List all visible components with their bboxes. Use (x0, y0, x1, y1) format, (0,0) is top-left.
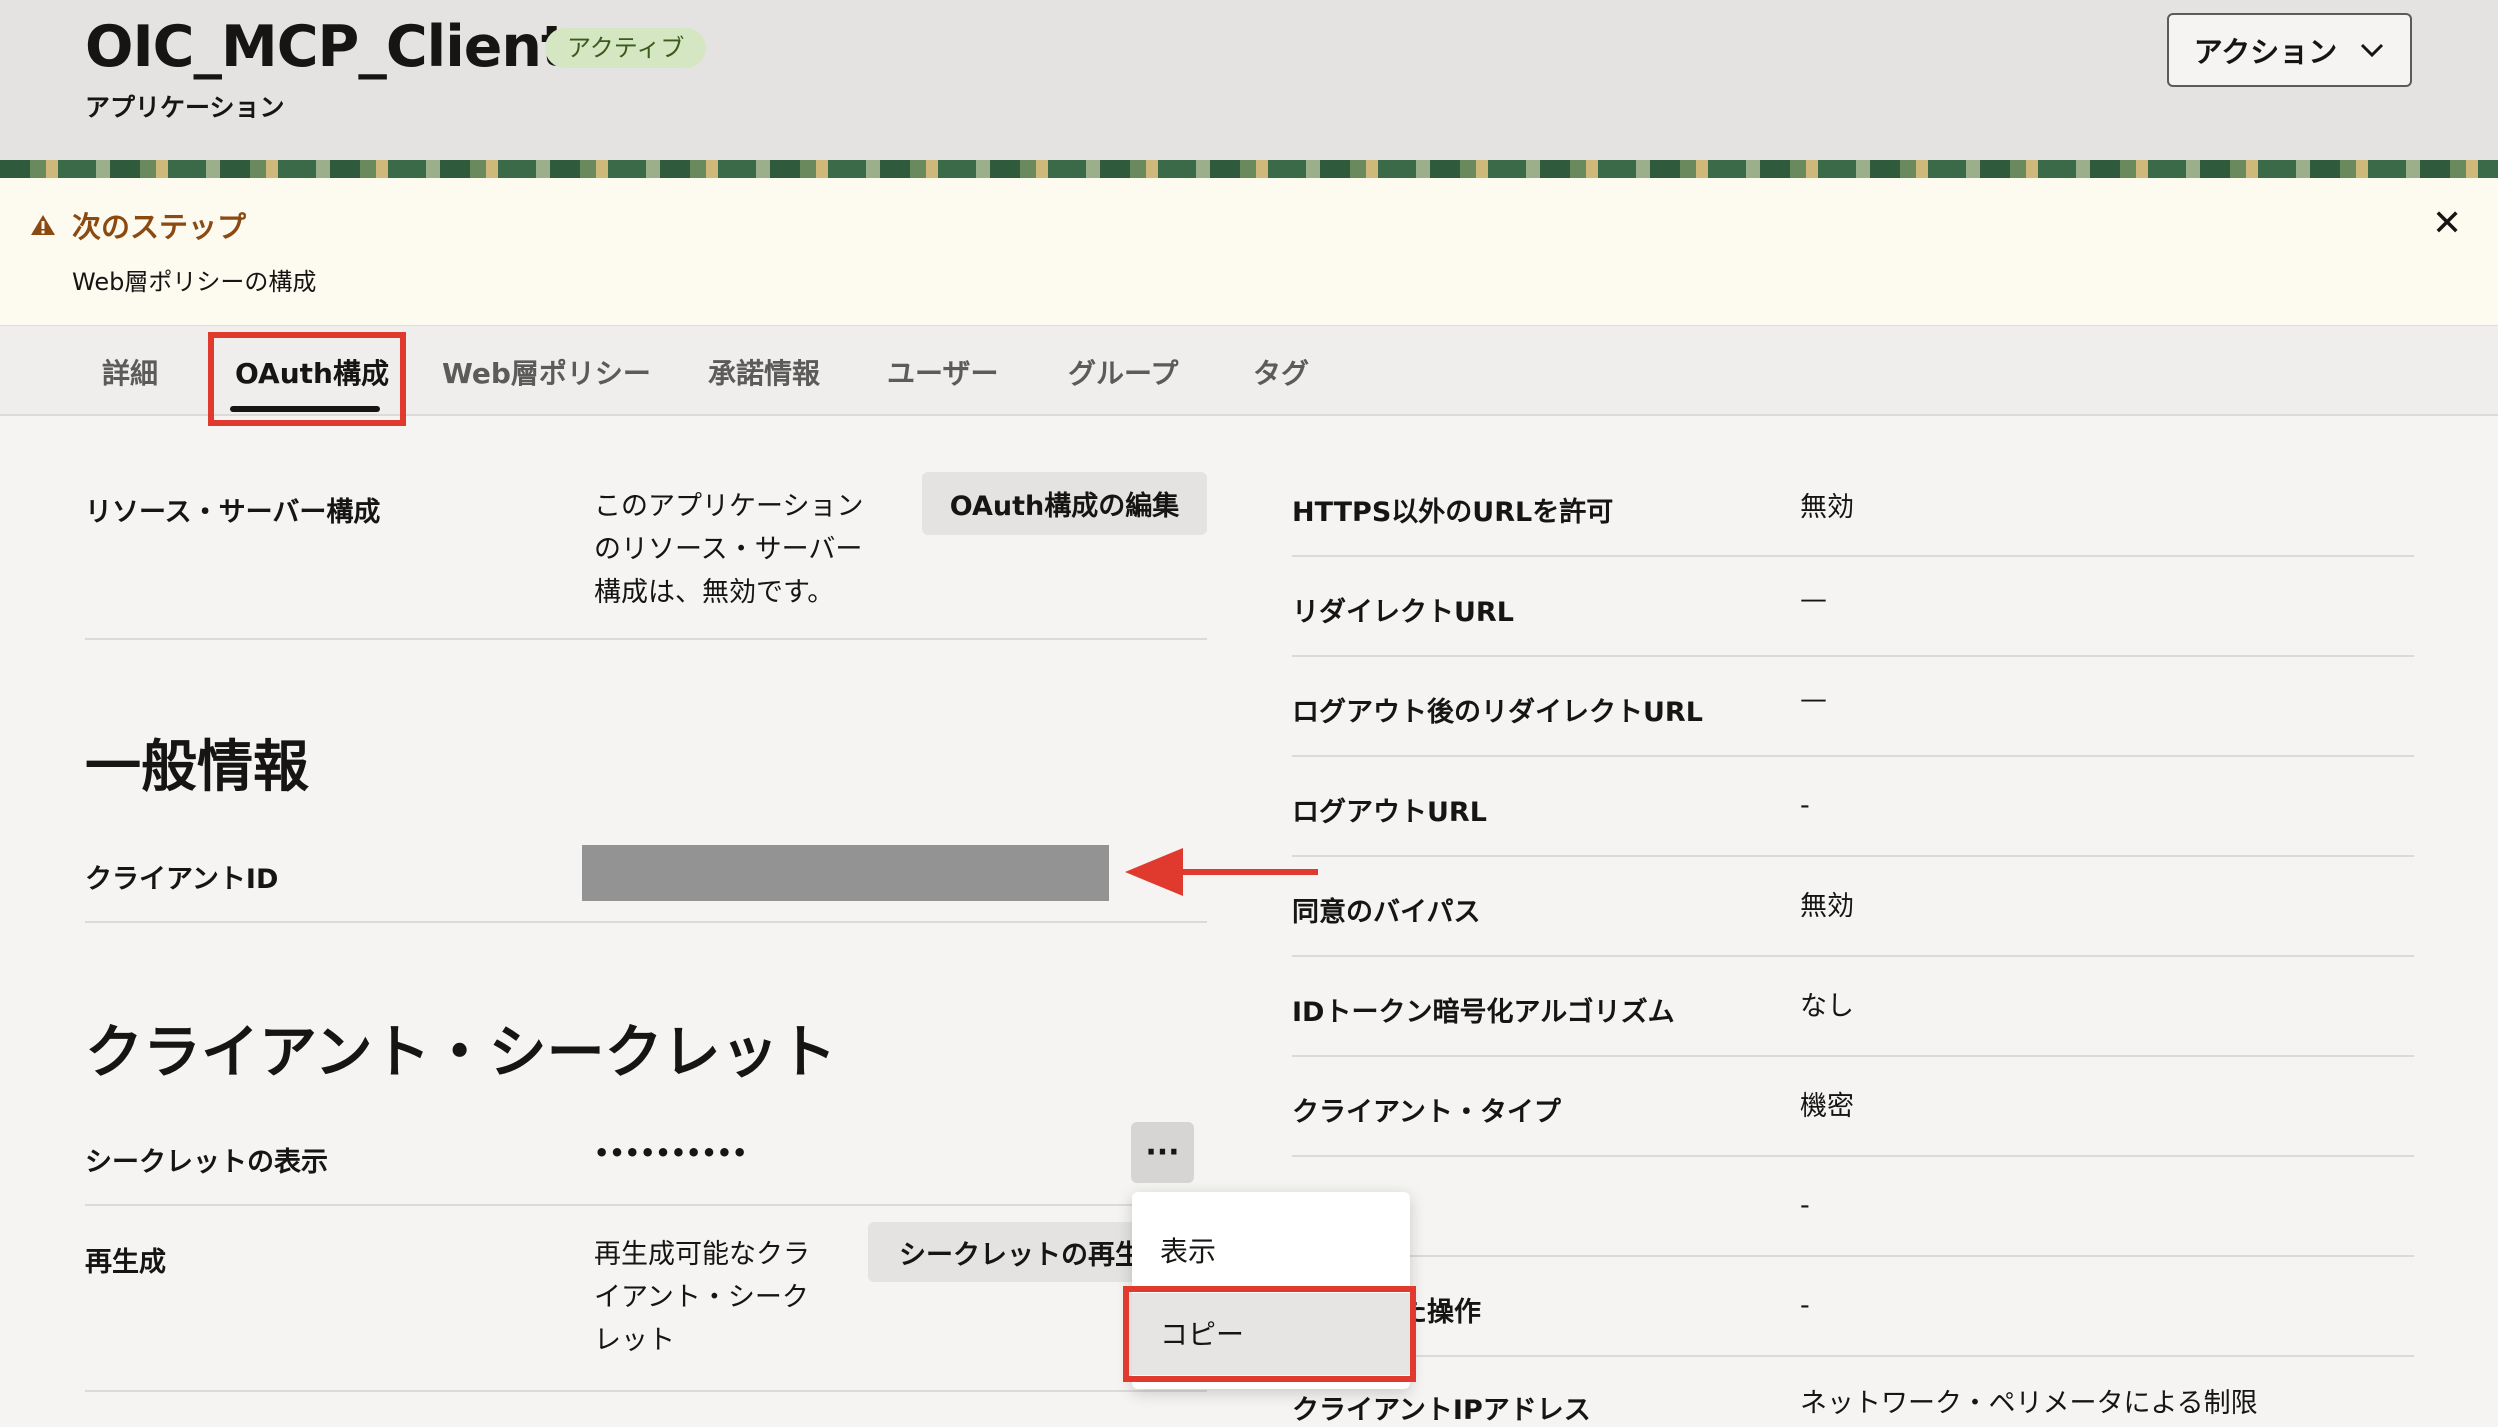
arrow-left-icon (1125, 848, 1318, 896)
actions-label: アクション (2193, 35, 2338, 69)
general-info-heading: 一般情報 (85, 735, 309, 800)
notice-body: Web層ポリシーの構成 (72, 268, 317, 296)
value-line: イアント・シーク (594, 1282, 809, 1313)
tab-groups[interactable]: グループ (1068, 352, 1178, 392)
divider (1292, 1055, 2414, 1057)
divider (1292, 655, 2414, 657)
field-label-logout-url: ログアウトURL (1292, 797, 1487, 828)
value-line: このアプリケーション (594, 491, 864, 522)
field-label-client-type: クライアント・タイプ (1292, 1097, 1561, 1128)
secret-masked-value: •••••••••• (594, 1139, 748, 1167)
edit-oauth-config-button[interactable]: OAuth構成の編集 (922, 472, 1207, 535)
field-value-obscured: - (1800, 1190, 1810, 1221)
chevron-down-icon (2361, 43, 2384, 58)
highlight-box (1123, 1286, 1416, 1382)
field-label-allow-non-https: HTTPS以外のURLを許可 (1292, 497, 1614, 528)
divider (85, 1390, 1207, 1392)
divider (85, 921, 1207, 923)
divider (1292, 955, 2414, 957)
divider (85, 1204, 1207, 1206)
tab-tags[interactable]: タグ (1253, 352, 1309, 392)
client-id-label: クライアントID (85, 864, 279, 895)
more-actions-button[interactable]: ··· (1131, 1122, 1194, 1183)
actions-dropdown-button[interactable]: アクション (2167, 13, 2412, 87)
app-title: OIC_MCP_Client (85, 14, 568, 80)
client-secret-heading: クライアント・シークレット (85, 1018, 837, 1086)
field-label-redirect-url: リダイレクトURL (1292, 597, 1514, 628)
field-value-allowed-operations: - (1800, 1290, 1810, 1321)
value-line: のリソース・サーバー (594, 534, 863, 565)
divider (1292, 755, 2414, 757)
next-step-notice (0, 178, 2498, 326)
tab-details[interactable]: 詳細 (102, 352, 158, 392)
banner-decoration (0, 160, 2498, 178)
field-value-post-logout-redirect-url: — (1800, 684, 1827, 715)
divider (85, 638, 1207, 640)
divider (1292, 555, 2414, 557)
tab-consents[interactable]: 承諾情報 (708, 352, 820, 392)
value-line: 構成は、無効です。 (594, 577, 835, 608)
field-label-post-logout-redirect-url: ログアウト後のリダイレクトURL (1292, 697, 1703, 728)
divider (1292, 1155, 2414, 1157)
field-label-id-token-encryption: IDトークン暗号化アルゴリズム (1292, 997, 1675, 1028)
show-secret-label: シークレットの表示 (85, 1147, 328, 1178)
field-value-redirect-url: — (1800, 584, 1827, 615)
client-id-value-redacted (582, 845, 1109, 901)
tab-web-tier-policy[interactable]: Web層ポリシー (442, 352, 651, 392)
menu-item-show[interactable]: 表示 (1160, 1230, 1216, 1270)
value-line: レット (594, 1325, 675, 1356)
field-value-id-token-encryption: なし (1800, 991, 1854, 1022)
regenerate-secret-button[interactable]: シークレットの再生成 (868, 1222, 1138, 1282)
status-badge: アクティブ (545, 28, 707, 68)
close-icon[interactable]: ✕ (2432, 203, 2462, 244)
field-value-logout-url: - (1800, 790, 1810, 821)
divider (1292, 1355, 2414, 1357)
regenerate-label: 再生成 (85, 1247, 166, 1278)
divider (1292, 1255, 2414, 1257)
app-subtitle: アプリケーション (85, 93, 285, 122)
divider (1292, 855, 2414, 857)
field-value-client-ip: ネットワーク・ペリメータによる制限 (1800, 1388, 2258, 1419)
resource-server-value: このアプリケーション のリソース・サーバー 構成は、無効です。 (594, 485, 863, 614)
field-value-client-type: 機密 (1800, 1091, 1854, 1122)
field-value-bypass-consent: 無効 (1800, 891, 1854, 922)
field-label-bypass-consent: 同意のバイパス (1292, 897, 1481, 928)
tab-users[interactable]: ユーザー (887, 352, 998, 392)
field-value-allow-non-https: 無効 (1800, 492, 1854, 523)
regenerate-value: 再生成可能なクラ イアント・シーク レット (594, 1233, 810, 1362)
field-label-client-ip: クライアントIPアドレス (1292, 1395, 1591, 1426)
resource-server-label: リソース・サーバー構成 (85, 497, 381, 528)
value-line: 再生成可能なクラ (594, 1239, 810, 1270)
warning-icon (31, 215, 55, 235)
notice-title: 次のステップ (72, 210, 247, 244)
highlight-box (208, 332, 406, 426)
